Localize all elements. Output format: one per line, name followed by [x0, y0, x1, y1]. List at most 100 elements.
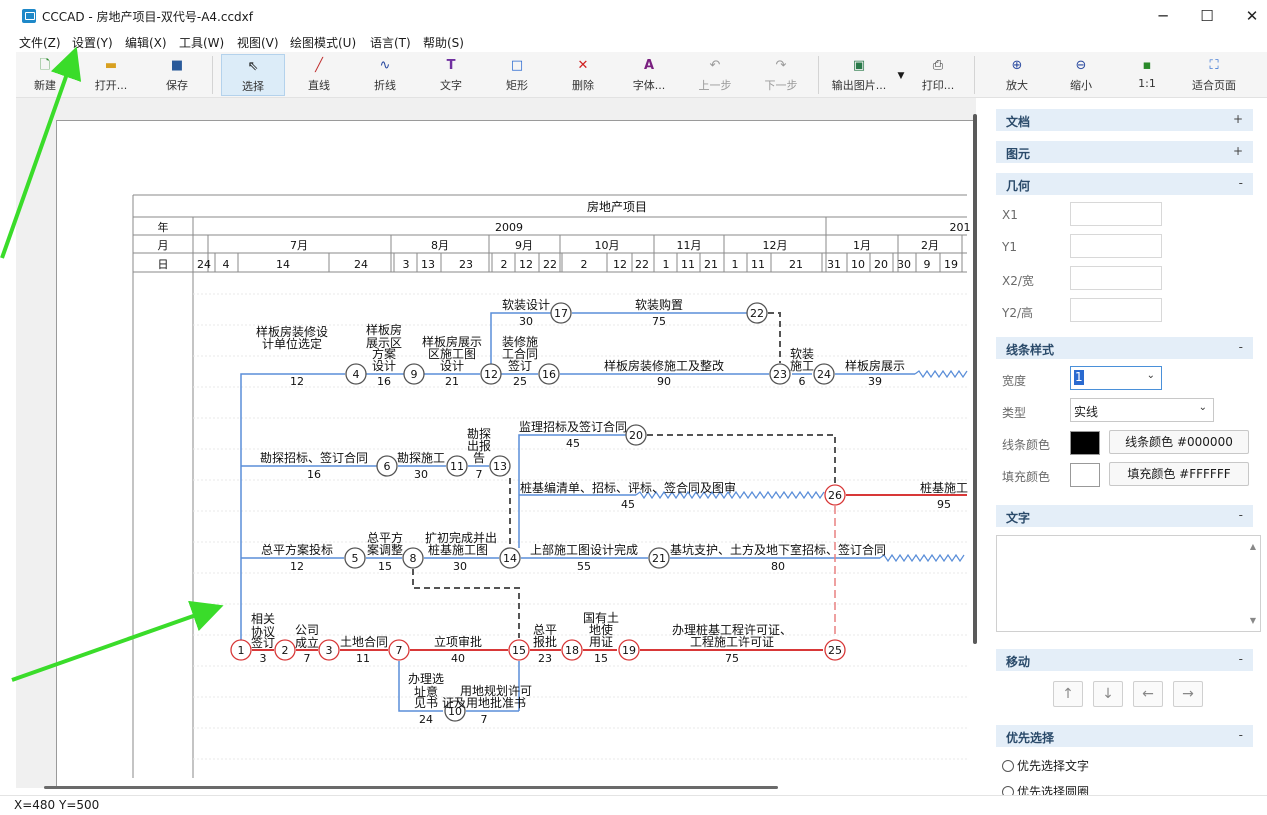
save-button[interactable]: ■ 保存 — [154, 54, 200, 96]
vertical-scrollbar[interactable] — [973, 114, 977, 644]
line-tool-button[interactable]: ╱ 直线 — [296, 54, 342, 96]
rect-tool-button[interactable]: □ 矩形 — [494, 54, 540, 96]
y2-input[interactable] — [1070, 298, 1162, 322]
text-tool-button[interactable]: T 文字 — [428, 54, 474, 96]
node-number: 24 — [817, 368, 831, 381]
day-cell: 23 — [459, 258, 473, 271]
move-left-button[interactable]: ← — [1133, 681, 1163, 707]
move-up-button[interactable]: ↑ — [1053, 681, 1083, 707]
export-dropdown-button[interactable]: ▼ — [892, 54, 906, 96]
actual-size-button[interactable]: ▪ 1:1 — [1124, 54, 1170, 96]
activity-label: 公司 — [295, 623, 319, 637]
zoom-out-button[interactable]: ⊖ 缩小 — [1058, 54, 1104, 96]
horizontal-scrollbar[interactable] — [44, 786, 778, 789]
section-geometry[interactable]: 几何 - — [996, 173, 1253, 195]
priority-text-radio[interactable]: 优先选择文字 — [1002, 757, 1089, 774]
select-tool-button[interactable]: ⇖ 选择 — [221, 54, 285, 96]
menu-file[interactable]: 文件(Z) — [19, 34, 61, 51]
title-bar: CCCAD - 房地产项目-双代号-A4.ccdxf ─ ☐ ✕ — [0, 0, 1267, 32]
print-button[interactable]: ⎙ 打印... — [914, 54, 962, 96]
close-button[interactable]: ✕ — [1230, 4, 1267, 28]
font-button[interactable]: A 字体... — [624, 54, 674, 96]
radio-icon — [1002, 786, 1014, 795]
properties-panel: 文档 + 图元 + 几何 - X1 Y1 X2/宽 Y2/高 线条样式 - 宽度 1 ⌄ … — [985, 98, 1267, 795]
type-label: 类型 — [1002, 406, 1027, 420]
node-number: 15 — [512, 644, 526, 657]
node-number: 1 — [238, 644, 245, 657]
section-text[interactable]: 文字 - — [996, 505, 1253, 527]
diagram-title: 房地产项目 — [587, 199, 647, 214]
menu-edit[interactable]: 编辑(X) — [125, 34, 167, 51]
activity-duration: 15 — [594, 652, 608, 665]
activity-label: 勘探施工 — [397, 451, 445, 465]
section-priority[interactable]: 优先选择 - — [996, 725, 1253, 747]
section-move[interactable]: 移动 - — [996, 649, 1253, 671]
menu-language[interactable]: 语言(T) — [370, 34, 411, 51]
move-right-button[interactable]: → — [1173, 681, 1203, 707]
minimize-button[interactable]: ─ — [1141, 4, 1185, 28]
collapse-icon: - — [1238, 176, 1243, 190]
polyline-tool-button[interactable]: ∿ 折线 — [362, 54, 408, 96]
line-color-button[interactable]: 线条颜色 #000000 — [1109, 430, 1249, 454]
activity-label: 签订 — [508, 358, 532, 373]
activity-duration: 24 — [419, 713, 433, 726]
scroll-up-icon[interactable]: ▲ — [1250, 542, 1256, 551]
activity-label: 施工 — [790, 359, 814, 373]
line-type-select[interactable]: 实线 ⌄ — [1070, 398, 1214, 422]
activity-duration: 75 — [725, 652, 739, 665]
section-line-style[interactable]: 线条样式 - — [996, 337, 1253, 359]
menu-settings[interactable]: 设置(Y) — [72, 34, 113, 51]
menu-view[interactable]: 视图(V) — [237, 34, 279, 51]
activity-duration: 21 — [445, 375, 459, 388]
x1-input[interactable] — [1070, 202, 1162, 226]
year-label: 年 — [158, 220, 169, 234]
menu-draw-mode[interactable]: 绘图模式(U) — [290, 34, 356, 51]
activity-label: 基坑支护、土方及地下室招标、签订合同 — [670, 542, 886, 557]
y1-input[interactable] — [1070, 234, 1162, 258]
activity-duration: 16 — [377, 375, 391, 388]
dummy-activity — [647, 434, 836, 485]
day-cell: 14 — [276, 258, 290, 271]
day-cell: 11 — [681, 258, 695, 271]
text-icon: T — [446, 58, 456, 73]
line-width-select[interactable]: 1 ⌄ — [1070, 366, 1162, 390]
node-number: 2 — [282, 644, 289, 657]
activity-duration: 7 — [481, 713, 488, 726]
drawing-canvas[interactable]: 房地产项目年月日 2009 201 7月 8月 9月 10月 11月 12月 1月 2月 24 4 14 2… — [16, 98, 976, 788]
activity-duration: 30 — [453, 560, 467, 573]
printer-icon: ⎙ — [932, 58, 944, 73]
month-cell: 10月 — [595, 239, 620, 252]
node-number: 17 — [554, 307, 568, 320]
priority-circle-radio[interactable]: 优先选择圆圈 — [1002, 783, 1089, 795]
move-down-button[interactable]: ↓ — [1093, 681, 1123, 707]
activity-duration: 15 — [378, 560, 392, 573]
open-button[interactable]: ▬ 打开... — [86, 54, 136, 96]
text-content-input[interactable]: ▲ ▼ — [996, 535, 1261, 632]
rectangle-icon: □ — [510, 58, 524, 73]
zoom-in-button[interactable]: ⊕ 放大 — [994, 54, 1040, 96]
fit-page-button[interactable]: ⛶ 适合页面 — [1186, 54, 1242, 96]
day-cell: 1 — [663, 258, 670, 271]
network-diagram[interactable]: 房地产项目年月日2009 2017月 8月 9月 10月 11月 12月 1月 2月24 4 14 2… — [16, 98, 976, 788]
x2-input[interactable] — [1070, 266, 1162, 290]
scroll-down-icon[interactable]: ▼ — [1250, 616, 1256, 625]
width-label: 宽度 — [1002, 374, 1027, 388]
activity-label: 证及用地批准书 — [442, 695, 526, 710]
section-element[interactable]: 图元 + — [996, 141, 1253, 163]
collapse-icon: - — [1238, 340, 1243, 354]
activity-duration: 45 — [621, 498, 635, 511]
menu-tools[interactable]: 工具(W) — [179, 34, 224, 51]
menu-help[interactable]: 帮助(S) — [423, 34, 464, 51]
export-image-button[interactable]: ▣ 输出图片... — [826, 54, 892, 96]
delete-button[interactable]: ✕ 删除 — [560, 54, 606, 96]
activity-duration: 90 — [657, 375, 671, 388]
fill-color-swatch[interactable] — [1070, 463, 1100, 487]
section-document[interactable]: 文档 + — [996, 109, 1253, 131]
redo-button[interactable]: ↷ 下一步 — [758, 54, 804, 96]
line-color-swatch[interactable] — [1070, 431, 1100, 455]
fill-color-button[interactable]: 填充颜色 #FFFFFF — [1109, 462, 1249, 486]
undo-button[interactable]: ↶ 上一步 — [692, 54, 738, 96]
maximize-button[interactable]: ☐ — [1185, 4, 1229, 28]
new-file-icon: 🗋 — [39, 58, 51, 73]
new-button[interactable]: 🗋 新建 — [24, 54, 66, 96]
